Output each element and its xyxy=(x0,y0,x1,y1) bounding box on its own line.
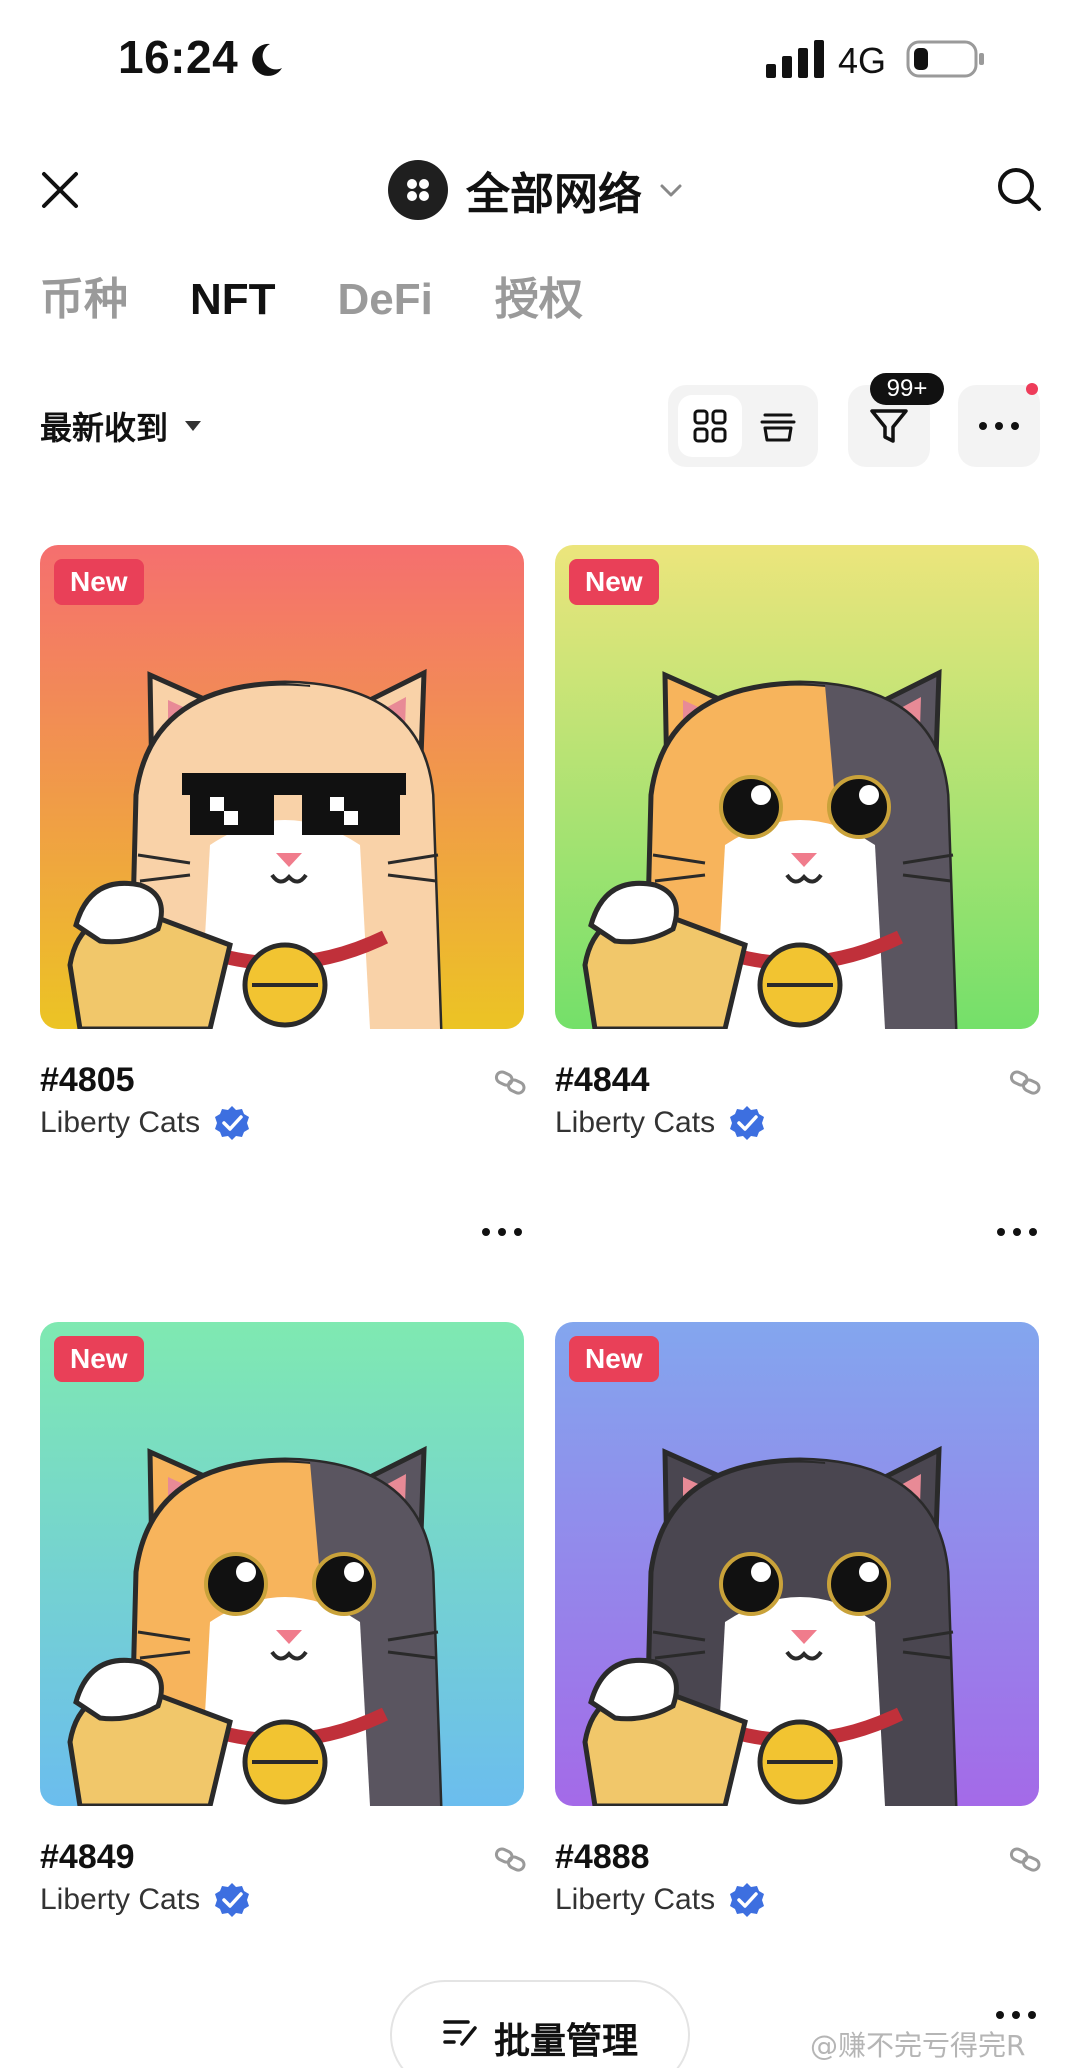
close-icon[interactable] xyxy=(40,170,80,210)
toolbar: 最新收到 99+ xyxy=(0,373,1080,467)
header: 全部网络 xyxy=(0,150,1080,230)
search-icon[interactable] xyxy=(996,166,1042,212)
more-options-button[interactable] xyxy=(958,385,1040,467)
sort-dropdown[interactable]: 最新收到 xyxy=(40,403,202,449)
link-icon[interactable] xyxy=(1009,1069,1041,1097)
batch-manage-icon xyxy=(443,2020,477,2046)
collection-name: Liberty Cats xyxy=(555,1106,716,1139)
tab-defi[interactable]: DeFi xyxy=(338,268,433,332)
link-icon[interactable] xyxy=(494,1069,526,1097)
card-more-icon[interactable] xyxy=(480,1225,524,1239)
collection-name: Liberty Cats xyxy=(40,1106,201,1139)
verified-badge-icon xyxy=(215,1883,250,1917)
nft-card[interactable]: New #4888 Liberty Cats xyxy=(555,1322,1041,1917)
collection-name: Liberty Cats xyxy=(40,1883,201,1916)
collection-row: Liberty Cats xyxy=(555,1882,765,1918)
nft-card[interactable]: New #4849 Liberty Cats xyxy=(40,1322,526,1917)
grid-view-icon xyxy=(693,409,727,443)
caret-down-icon xyxy=(185,421,202,431)
network-type-label: 4G xyxy=(838,40,887,81)
moon-icon xyxy=(252,43,282,76)
chevron-down-icon xyxy=(660,184,682,197)
nft-card[interactable]: New #4805 Liberty Cats xyxy=(40,545,526,1236)
nft-image-art xyxy=(40,1322,524,1806)
status-bar: 16:24 4G xyxy=(0,0,1080,120)
nft-token-id: #4844 xyxy=(555,1061,650,1099)
nft-image[interactable]: New xyxy=(40,1322,524,1806)
nft-image[interactable]: New xyxy=(555,1322,1039,1806)
network-title: 全部网络 xyxy=(466,170,642,219)
sort-label: 最新收到 xyxy=(40,410,169,446)
nft-token-id: #4888 xyxy=(555,1838,650,1876)
new-badge: New xyxy=(54,559,144,605)
card-more-icon[interactable] xyxy=(995,1225,1039,1239)
batch-manage-button[interactable]: 批量管理 xyxy=(390,1980,690,2068)
nft-image-art xyxy=(40,545,524,1029)
battery-icon xyxy=(906,40,984,78)
nft-image-art xyxy=(555,1322,1039,1806)
new-badge: New xyxy=(54,1336,144,1382)
nft-card[interactable]: New #4844 Liberty Cats xyxy=(555,545,1041,1236)
notification-dot xyxy=(1026,383,1038,395)
stack-view-button[interactable] xyxy=(746,395,810,457)
grid-view-button[interactable] xyxy=(678,395,742,457)
nft-token-id: #4849 xyxy=(40,1838,135,1876)
verified-badge-icon xyxy=(215,1106,250,1140)
link-icon[interactable] xyxy=(1009,1846,1041,1874)
filter-count-badge: 99+ xyxy=(870,373,944,405)
verified-badge-icon xyxy=(730,1106,765,1140)
tab-tokens[interactable]: 币种 xyxy=(40,268,128,332)
collection-row: Liberty Cats xyxy=(555,1105,765,1141)
new-badge: New xyxy=(569,559,659,605)
nft-token-id: #4805 xyxy=(40,1061,135,1099)
network-grid-icon xyxy=(388,160,448,220)
more-icon xyxy=(979,422,1019,430)
collection-name: Liberty Cats xyxy=(555,1883,716,1916)
view-switch xyxy=(668,385,818,467)
nft-image[interactable]: New xyxy=(555,545,1039,1029)
network-selector[interactable]: 全部网络 xyxy=(388,160,686,220)
status-time: 16:24 xyxy=(118,31,239,83)
tab-approvals[interactable]: 授权 xyxy=(495,268,583,332)
link-icon[interactable] xyxy=(494,1846,526,1874)
signal-icon xyxy=(766,40,824,78)
tab-nft[interactable]: NFT xyxy=(190,268,276,332)
filter-icon xyxy=(870,409,908,443)
card-more-icon[interactable] xyxy=(994,2008,1038,2022)
new-badge: New xyxy=(569,1336,659,1382)
batch-manage-label: 批量管理 xyxy=(493,2020,638,2061)
verified-badge-icon xyxy=(730,1883,765,1917)
collection-row: Liberty Cats xyxy=(40,1882,250,1918)
nft-image-art xyxy=(555,545,1039,1029)
collection-row: Liberty Cats xyxy=(40,1105,250,1141)
watermark: @赚不完亏得完R xyxy=(810,2029,1026,2062)
asset-tabs: 币种 NFT DeFi 授权 xyxy=(40,268,645,332)
nft-image[interactable]: New xyxy=(40,545,524,1029)
stack-view-icon xyxy=(760,413,796,442)
